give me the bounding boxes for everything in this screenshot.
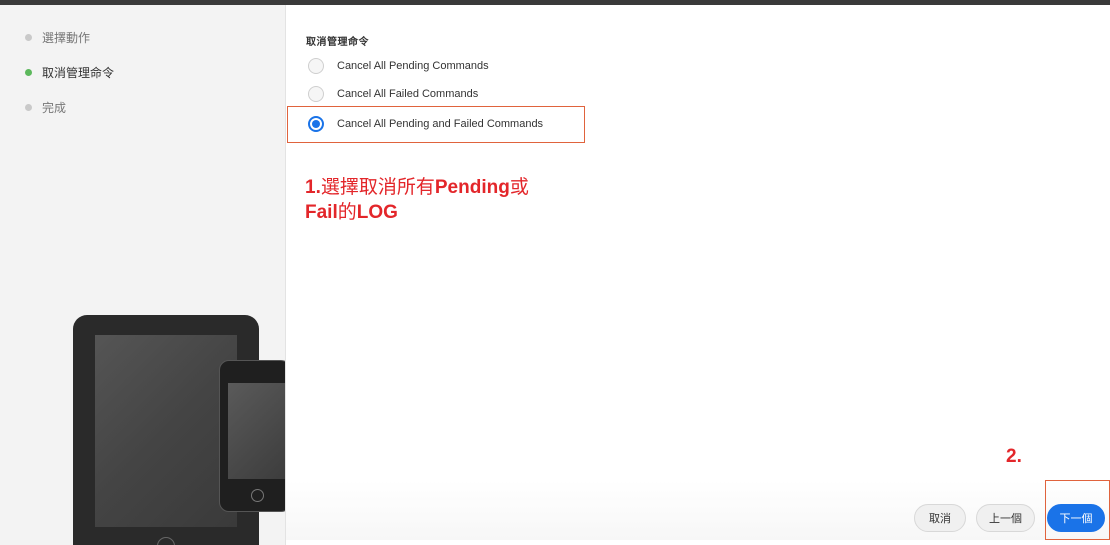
highlight-box-next xyxy=(1045,480,1110,540)
annotation-text: Pending xyxy=(434,177,510,198)
highlight-box-option xyxy=(287,106,585,143)
option-label: Cancel All Failed Commands xyxy=(337,88,479,100)
annotation-number: 1. xyxy=(305,177,321,198)
radio-button[interactable] xyxy=(308,58,324,74)
cancel-button[interactable]: 取消 xyxy=(914,504,966,532)
back-button[interactable]: 上一個 xyxy=(976,504,1035,532)
iphone-screen xyxy=(228,383,285,479)
sidebar: 選擇動作 取消管理命令 完成 xyxy=(0,5,286,545)
option-cancel-failed[interactable]: Cancel All Failed Commands xyxy=(308,86,478,102)
sidebar-step-label: 完成 xyxy=(42,101,67,115)
radio-button[interactable] xyxy=(308,86,324,102)
sidebar-step-label: 取消管理命令 xyxy=(42,66,115,80)
annotation-step-1: 1.選擇取消所有Pending或 Fail的LOG xyxy=(305,175,529,225)
annotation-text: 的 xyxy=(337,201,357,223)
step-dot-icon xyxy=(25,104,32,111)
annotation-step-2: 2. xyxy=(1006,446,1022,467)
step-dot-icon xyxy=(25,34,32,41)
sidebar-step-choose-action: 選擇動作 xyxy=(25,29,90,46)
option-label: Cancel All Pending Commands xyxy=(337,60,489,72)
sidebar-step-label: 選擇動作 xyxy=(42,31,91,45)
annotation-text: LOG xyxy=(356,202,398,223)
annotation-text: 或 xyxy=(509,176,529,198)
ipad-home-button-icon xyxy=(157,537,175,545)
sidebar-step-complete: 完成 xyxy=(25,99,66,116)
annotation-text: Fail xyxy=(305,202,338,223)
iphone-illustration xyxy=(219,360,285,512)
step-dot-active-icon xyxy=(25,69,32,76)
ipad-screen xyxy=(95,335,237,527)
annotation-text: 選擇取消所有 xyxy=(320,176,435,198)
option-cancel-pending[interactable]: Cancel All Pending Commands xyxy=(308,58,489,74)
sidebar-step-cancel-commands: 取消管理命令 xyxy=(25,64,114,81)
section-title: 取消管理命令 xyxy=(306,37,369,48)
iphone-home-button-icon xyxy=(251,489,264,502)
